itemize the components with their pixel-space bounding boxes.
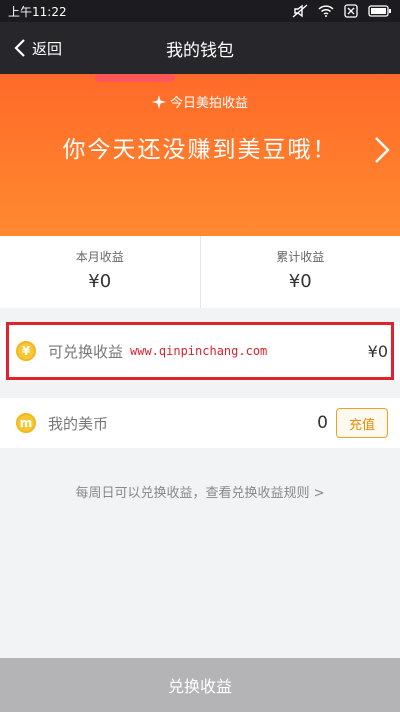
status-icons — [292, 4, 392, 18]
my-coins-value: 0 — [317, 413, 328, 433]
total-earnings: 累计收益 ¥0 — [199, 236, 400, 308]
page-title: 我的钱包 — [166, 40, 234, 61]
mute-icon — [292, 4, 308, 18]
banner-decoration — [95, 74, 175, 82]
chevron-right-icon[interactable] — [374, 136, 390, 164]
m-coin-icon: m — [16, 413, 36, 433]
my-coins-label: 我的美币 — [48, 414, 109, 433]
monthly-earnings-value: ¥0 — [88, 271, 112, 292]
earnings-stats: 本月收益 ¥0 累计收益 ¥0 — [0, 236, 400, 308]
watermark: www.qinpinchang.com — [130, 344, 268, 358]
monthly-earnings-label: 本月收益 — [75, 250, 124, 264]
battery-icon — [368, 5, 391, 17]
exchange-rules-link[interactable]: 每周日可以兑换收益，查看兑换收益规则 > — [0, 482, 400, 501]
sparkle-icon — [151, 94, 166, 109]
total-earnings-label: 累计收益 — [276, 250, 325, 264]
exchange-earnings-button[interactable]: 兑换收益 — [0, 658, 400, 712]
earnings-banner[interactable]: 今日美拍收益 你今天还没赚到美豆哦！ — [0, 74, 400, 236]
sim-off-icon — [344, 4, 358, 18]
status-bar: 上午11:22 — [0, 0, 400, 22]
exchangeable-earnings-label: 可兑换收益 — [48, 342, 124, 361]
yen-coin-icon: ¥ — [16, 341, 36, 361]
recharge-button[interactable]: 充值 — [336, 408, 388, 438]
banner-subtitle: 今日美拍收益 — [169, 96, 248, 111]
monthly-earnings: 本月收益 ¥0 — [0, 236, 200, 308]
total-earnings-value: ¥0 — [288, 271, 312, 292]
nav-bar: 返回 我的钱包 — [0, 22, 400, 74]
my-coins-row: m 我的美币 0 充值 — [0, 398, 400, 448]
exchangeable-earnings-value: ¥0 — [367, 341, 388, 361]
banner-subtitle-row: 今日美拍收益 — [0, 92, 400, 111]
wallet-page: 上午11:22 返回 我的钱包 今日美拍收益 你今天还没赚到美豆哦！ 本月收益 … — [0, 0, 400, 712]
banner-headline: 你今天还没赚到美豆哦！ — [62, 137, 338, 163]
wifi-icon — [318, 5, 334, 17]
status-time: 上午11:22 — [8, 4, 67, 19]
